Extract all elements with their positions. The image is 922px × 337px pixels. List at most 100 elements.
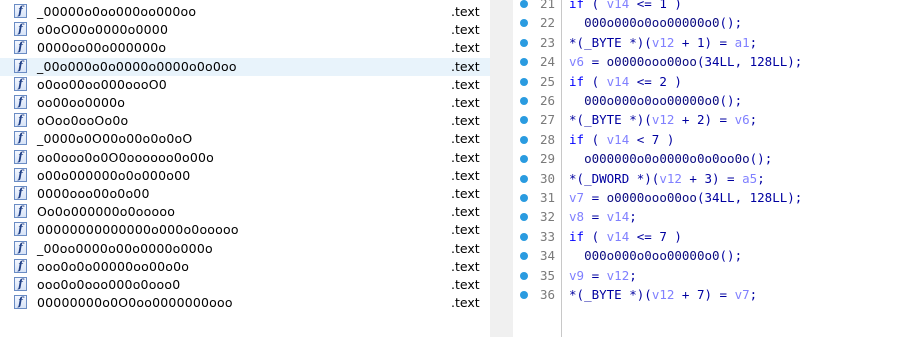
function-row[interactable]: f _00000o0oo000oo000oo .text xyxy=(0,3,490,21)
panel-splitter[interactable] xyxy=(490,0,513,337)
function-name: 0000ooo00o0o00 xyxy=(37,186,150,201)
code-token: + 7) = xyxy=(674,287,735,302)
code-token: 000o000o0oo00000o0 xyxy=(584,15,720,31)
breakpoint-dot-icon[interactable] xyxy=(520,116,528,125)
code-token: *)( xyxy=(621,34,652,50)
code-line[interactable]: 26 000o000o0oo00000o0(); xyxy=(513,92,922,110)
function-segment: .text xyxy=(451,186,480,201)
breakpoint-dot-icon[interactable] xyxy=(520,232,528,241)
function-icon: f xyxy=(14,240,27,255)
code-line[interactable]: 27 *(_BYTE *)(v12 + 2) = v6; xyxy=(513,111,922,129)
code-token: _BYTE xyxy=(584,112,622,128)
function-icon: f xyxy=(14,76,27,91)
code-token: v14 xyxy=(606,0,630,11)
function-row[interactable]: f oo0ooo0o0O0oooooo0o00o .text xyxy=(0,149,490,167)
function-row[interactable]: f o00o000000o0o000o00 .text xyxy=(0,167,490,185)
code-token: a5 xyxy=(742,170,758,186)
function-row[interactable]: f 0000ooo00o0o00 .text xyxy=(0,185,490,203)
function-row[interactable]: f _00oo0000o00o0000o000o .text xyxy=(0,240,490,258)
function-segment: .text xyxy=(451,204,480,220)
breakpoint-dot-icon[interactable] xyxy=(520,77,528,86)
function-row[interactable]: f oOoo0ooOo0o .text xyxy=(0,112,490,130)
breakpoint-dot-icon[interactable] xyxy=(520,97,528,105)
line-number: 22 xyxy=(539,15,555,31)
function-row[interactable]: f 00000000o0O0oo0000000ooo .text xyxy=(0,294,490,312)
function-icon: f xyxy=(14,295,27,310)
code-line[interactable]: 25 if ( v14 <= 2 ) xyxy=(513,73,922,91)
code-line[interactable]: 31 v7 = o0000ooo00oo(34LL, 128LL); xyxy=(513,189,922,207)
function-segment: .text xyxy=(451,22,480,38)
line-number: 21 xyxy=(539,0,555,11)
code-line[interactable]: 36 *(_BYTE *)(v12 + 7) = v7; xyxy=(513,286,922,304)
code-token: o0000ooo00oo xyxy=(606,54,697,70)
function-icon: f xyxy=(14,222,27,237)
code-token: v12 xyxy=(659,170,682,186)
code-token: ( xyxy=(584,228,607,244)
code-text: o000000o0o0000o0o0oo0o(); xyxy=(569,150,772,168)
function-row[interactable]: f ooo0o0o00000oo00o0o .text xyxy=(0,258,490,276)
code-line[interactable]: 29 o000000o0o0000o0o0oo0o(); xyxy=(513,150,922,168)
code-token: v12 xyxy=(651,112,675,128)
code-line[interactable]: 22 000o000o0oo00000o0(); xyxy=(513,14,922,32)
breakpoint-dot-icon[interactable] xyxy=(520,19,528,28)
function-row[interactable]: f o0oO00o0000o0000 .text xyxy=(0,21,490,39)
function-icon: f xyxy=(14,131,27,146)
code-token: *)( xyxy=(621,112,652,128)
breakpoint-dot-icon[interactable] xyxy=(520,135,528,144)
code-line[interactable]: 33 if ( v14 <= 7 ) xyxy=(513,228,922,246)
code-text: if ( v14 <= 2 ) xyxy=(569,73,682,91)
breakpoint-dot-icon[interactable] xyxy=(520,271,528,280)
code-token: o000000o0o0000o0o0oo0o xyxy=(584,151,750,167)
code-line[interactable]: 24 v6 = o0000ooo00oo(34LL, 128LL); xyxy=(513,53,922,71)
code-line[interactable]: 34 000o000o0oo00000o0(); xyxy=(513,247,922,265)
breakpoint-dot-icon[interactable] xyxy=(520,252,528,261)
code-line[interactable]: 21 if ( v14 <= 1 ) xyxy=(513,0,922,13)
breakpoint-dot-icon[interactable] xyxy=(520,174,528,183)
code-token: <= 7 ) xyxy=(629,228,682,244)
code-token: _BYTE xyxy=(584,34,622,50)
function-row[interactable]: f Oo0o000000o0ooooo .text xyxy=(0,203,490,221)
code-line[interactable]: 35 v9 = v12; xyxy=(513,267,922,285)
function-name: _00oo0000o00o0000o000o xyxy=(37,240,213,256)
line-number: 26 xyxy=(539,93,555,108)
code-token: < 7 ) xyxy=(629,131,675,147)
function-row[interactable]: f ooo0o0ooo000o0ooo0 .text xyxy=(0,276,490,294)
function-segment: .text xyxy=(451,222,480,238)
function-row[interactable]: f _0000o0O00o00o0o0oO .text xyxy=(0,130,490,148)
breakpoint-dot-icon[interactable] xyxy=(520,38,528,47)
breakpoint-dot-icon[interactable] xyxy=(520,155,528,164)
code-token: v14 xyxy=(606,209,630,225)
breakpoint-dot-icon[interactable] xyxy=(520,213,528,222)
function-name: Oo0o000000o0ooooo xyxy=(37,204,176,220)
code-token: v8 xyxy=(569,209,585,225)
code-token: + 3) = xyxy=(681,170,743,186)
function-row[interactable]: f oo00oo0000o .text xyxy=(0,94,490,112)
code-line[interactable]: 30 *(_DWORD *)(v12 + 3) = a5; xyxy=(513,170,922,188)
function-icon: f xyxy=(14,186,27,200)
function-segment: .text xyxy=(451,95,480,110)
code-token: ; xyxy=(757,170,765,186)
code-token: (34LL, 128LL); xyxy=(696,190,803,205)
function-icon: f xyxy=(14,95,27,109)
function-row[interactable]: f 0000oo00o000000o .text xyxy=(0,39,490,57)
line-number: 33 xyxy=(539,228,555,244)
function-row[interactable]: f 00000000000000o000o0ooooo .text xyxy=(0,221,490,239)
code-line[interactable]: 32 v8 = v14; xyxy=(513,208,922,226)
breakpoint-dot-icon[interactable] xyxy=(520,0,528,8)
code-line[interactable]: 23 *(_BYTE *)(v12 + 1) = a1; xyxy=(513,34,922,52)
function-name: o0oo00oo000oooO0 xyxy=(37,76,167,92)
function-name: oo00oo0000o xyxy=(37,95,126,110)
code-line[interactable]: 28 if ( v14 < 7 ) xyxy=(513,131,922,149)
code-token: ; xyxy=(749,34,758,50)
function-row[interactable]: f _00o000o0o0000o0000o0o0oo .text xyxy=(0,57,490,76)
code-token: *( xyxy=(569,112,585,128)
code-token: 000o000o0oo00000o0 xyxy=(584,93,720,108)
code-token: *)( xyxy=(629,170,660,186)
code-token: _DWORD xyxy=(584,170,630,186)
code-token: (); xyxy=(719,93,743,108)
breakpoint-dot-icon[interactable] xyxy=(520,194,528,202)
code-token: v14 xyxy=(606,73,630,89)
function-row[interactable]: f o0oo00oo000oooO0 .text xyxy=(0,76,490,94)
breakpoint-dot-icon[interactable] xyxy=(520,291,528,299)
breakpoint-dot-icon[interactable] xyxy=(520,58,528,67)
